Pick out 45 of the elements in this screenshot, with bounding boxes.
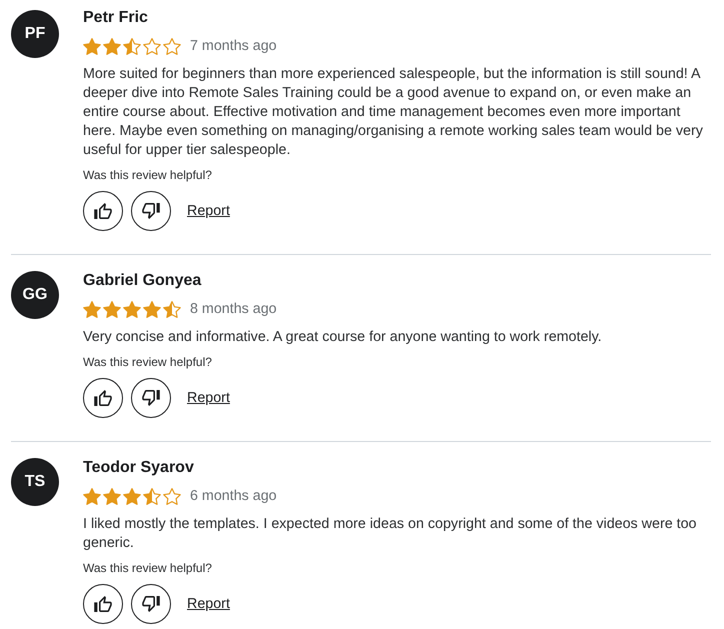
thumbs-down-icon — [142, 596, 160, 612]
review-time: 6 months ago — [190, 488, 277, 504]
review-text: I liked mostly the templates. I expected more ideas on copyright and some of the videos were too generic. — [83, 515, 698, 553]
star-icon — [123, 300, 141, 318]
thumbs-up-button[interactable] — [83, 378, 123, 418]
review-text: Very concise and informative. A great course for anyone wanting to work remotely. — [83, 328, 603, 347]
review-time: 7 months ago — [190, 38, 277, 54]
star-icon — [123, 488, 141, 504]
reviewer-name: Teodor Syarov — [83, 458, 195, 478]
star-icon — [103, 38, 121, 54]
helpful-prompt: Was this review helpful? — [83, 354, 213, 370]
star-outline-icon — [163, 38, 181, 54]
thumbs-up-icon — [94, 390, 112, 406]
user-avatar: GG — [11, 271, 59, 319]
user-avatar: PF — [11, 10, 59, 58]
reviewer-name: Petr Fric — [83, 8, 149, 28]
thumbs-down-icon — [142, 203, 160, 219]
star-icon — [83, 300, 101, 318]
thumbs-up-icon — [94, 596, 112, 612]
review-text: More suited for beginners than more experienced salespeople, but the information is still sound! A deeper dive into Remote Sales Training could be a good avenue to expand on, or even make an entire course about. Effective motivation and time management becomes even more important here. Maybe even something on managing/organising a remote working sales team would be very useful for upper tier salespeople. — [83, 65, 704, 160]
star-outline-icon — [163, 488, 181, 504]
star-icon — [103, 300, 121, 318]
thumbs-down-icon — [142, 390, 160, 406]
helpful-prompt: Was this review helpful? — [83, 560, 213, 576]
thumbs-down-button[interactable] — [131, 191, 171, 231]
star-icon — [83, 38, 101, 54]
star-icon — [143, 300, 161, 318]
user-avatar: TS — [11, 458, 59, 506]
star-icon — [83, 488, 101, 504]
report-link[interactable]: Report — [187, 203, 230, 219]
thumbs-down-button[interactable] — [131, 584, 171, 624]
half-filled-star-icon — [123, 38, 141, 54]
half-filled-star-icon — [163, 300, 181, 318]
thumbs-up-button[interactable] — [83, 584, 123, 624]
thumbs-down-button[interactable] — [131, 378, 171, 418]
report-link[interactable]: Report — [187, 596, 230, 612]
thumbs-up-button[interactable] — [83, 191, 123, 231]
half-filled-star-icon — [143, 488, 161, 504]
helpful-prompt: Was this review helpful? — [83, 167, 213, 183]
thumbs-up-icon — [94, 203, 112, 219]
star-outline-icon — [143, 38, 161, 54]
report-link[interactable]: Report — [187, 390, 230, 406]
star-icon — [103, 488, 121, 504]
reviewer-name: Gabriel Gonyea — [83, 271, 202, 291]
review-time: 8 months ago — [190, 301, 277, 317]
